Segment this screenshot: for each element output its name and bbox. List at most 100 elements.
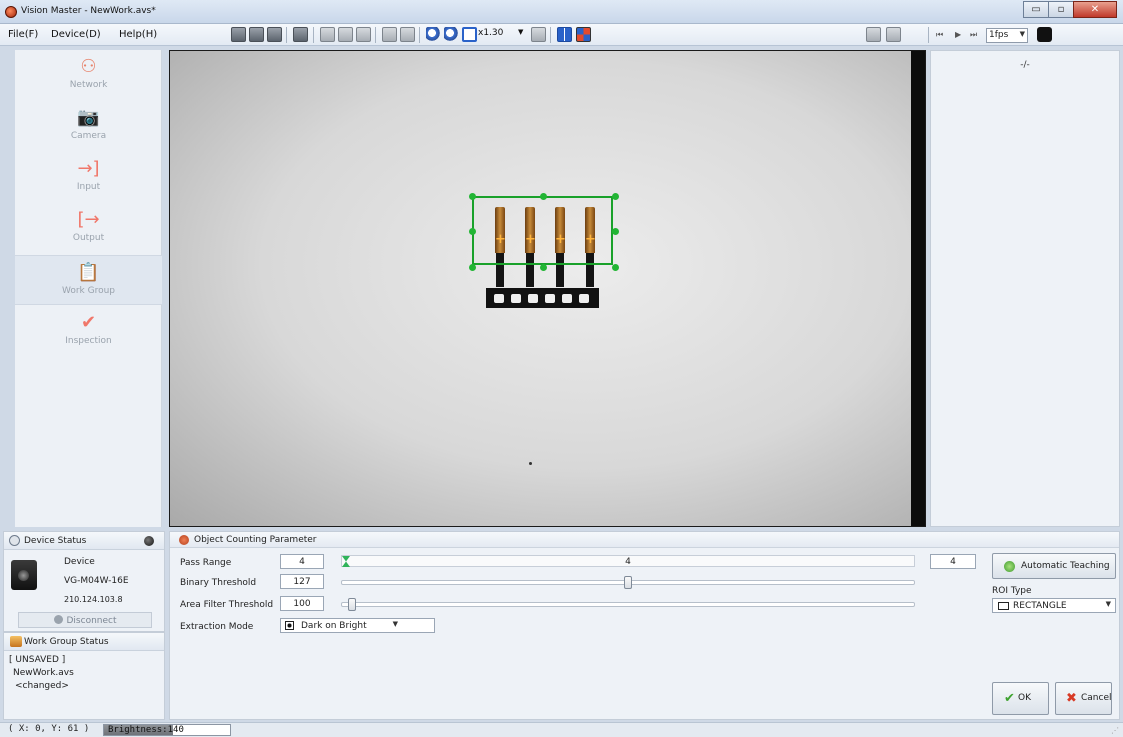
- menu-bar: File(F) Device(D) Help(H) x1.30 ▼ ⏮ ▶ ⏭ …: [0, 24, 1123, 46]
- roi-handle[interactable]: [468, 192, 476, 200]
- roi-handle[interactable]: [611, 228, 619, 235]
- roi-handle[interactable]: [468, 263, 476, 271]
- sidebar-item-camera[interactable]: 📷 Camera: [15, 101, 162, 151]
- roi-type-value: RECTANGLE: [1013, 601, 1067, 611]
- inspection-icon: ✔: [80, 312, 97, 333]
- paste-icon[interactable]: [338, 27, 353, 42]
- device-status-panel: Device Status Device VG-M04W-16E 210.124…: [3, 531, 165, 632]
- sidebar-item-input[interactable]: →] Input: [15, 152, 162, 202]
- slider-thumb[interactable]: [623, 576, 632, 589]
- roi-type-select[interactable]: RECTANGLE ▼: [992, 598, 1116, 613]
- binary-threshold-input[interactable]: 127: [280, 574, 324, 589]
- menu-device[interactable]: Device(D): [51, 29, 101, 40]
- chevron-down-icon: ▼: [1019, 30, 1025, 38]
- folder-icon: [10, 636, 22, 647]
- upload-icon[interactable]: [382, 27, 397, 42]
- pass-range-max-input[interactable]: 4: [930, 554, 976, 569]
- minimize-button[interactable]: ▭: [1023, 1, 1049, 18]
- resize-grip-icon[interactable]: ⋰: [1111, 726, 1119, 735]
- sidebar-item-output[interactable]: [→ Output: [15, 203, 162, 253]
- window-controls: ▭ ▫ ✕: [1023, 1, 1117, 18]
- result-readout: -/-: [1020, 60, 1030, 70]
- zoom-out-icon[interactable]: [444, 27, 459, 42]
- roi-handle[interactable]: [611, 263, 619, 271]
- close-icon: ✖: [1066, 691, 1077, 706]
- parameter-title: Object Counting Parameter: [194, 535, 317, 545]
- image-viewer[interactable]: + + + +: [169, 50, 926, 527]
- camera-icon: 📷: [77, 107, 100, 128]
- sidebar-item-network[interactable]: ⚇ Network: [15, 50, 162, 100]
- parameter-panel: Object Counting Parameter Pass Range 4 4…: [169, 531, 1120, 720]
- slider-thumb[interactable]: [347, 598, 356, 611]
- device-status-title: Device Status: [24, 536, 87, 546]
- record-icon[interactable]: [886, 27, 901, 42]
- close-button[interactable]: ✕: [1073, 1, 1117, 18]
- sidebar-item-label: Camera: [70, 131, 107, 141]
- split-view-icon[interactable]: [557, 27, 572, 42]
- area-filter-label: Area Filter Threshold: [180, 600, 274, 610]
- roi-handle[interactable]: [540, 263, 547, 271]
- fit-window-icon[interactable]: [462, 27, 477, 42]
- zoom-select[interactable]: x1.30 ▼: [478, 28, 528, 42]
- sidebar-item-inspection[interactable]: ✔ Inspection: [15, 306, 162, 356]
- zoom-value: x1.30: [478, 28, 504, 38]
- area-filter-input[interactable]: 100: [280, 596, 324, 611]
- open-file-icon[interactable]: [231, 27, 246, 42]
- pass-range-min-input[interactable]: 4: [280, 554, 324, 569]
- cancel-label: Cancel: [1081, 693, 1112, 703]
- quad-view-icon[interactable]: [576, 27, 591, 42]
- sidebar-item-label: Inspection: [65, 336, 112, 346]
- title-bar: Vision Master - NewWork.avs* ▭ ▫ ✕: [0, 0, 1123, 24]
- brightness-meter: Brightness:140: [103, 724, 231, 736]
- automatic-teaching-label: Automatic Teaching: [1021, 561, 1110, 571]
- device-ip: 210.124.103.8: [64, 595, 123, 604]
- actual-size-icon[interactable]: [531, 27, 546, 42]
- zoom-in-icon[interactable]: [426, 27, 441, 42]
- maximize-button[interactable]: ▫: [1048, 1, 1074, 18]
- disconnect-icon: [53, 615, 63, 624]
- device-model: VG-M04W-16E: [64, 576, 129, 586]
- save-as-icon[interactable]: [267, 27, 282, 42]
- cursor-coordinates: ( X: 0, Y: 61 ): [8, 724, 90, 734]
- ok-label: OK: [1018, 693, 1031, 703]
- last-frame-icon[interactable]: ⏭: [970, 30, 977, 40]
- area-filter-slider[interactable]: [341, 598, 915, 611]
- load-image-icon[interactable]: [293, 27, 308, 42]
- parameter-icon: [179, 535, 189, 545]
- delete-icon[interactable]: [356, 27, 371, 42]
- disconnect-label: Disconnect: [66, 616, 117, 626]
- copy-icon[interactable]: [320, 27, 335, 42]
- dust-speck: [529, 462, 532, 465]
- sidebar-item-label: Input: [76, 182, 101, 192]
- panel-header: Object Counting Parameter: [170, 532, 1119, 548]
- output-icon: [→: [77, 209, 100, 230]
- roi-rectangle[interactable]: [472, 196, 613, 265]
- pass-range-label: Pass Range: [180, 558, 232, 568]
- extraction-mode-select[interactable]: Dark on Bright ▼: [280, 618, 435, 633]
- change-state: <changed>: [15, 681, 69, 691]
- work-group-status-panel: Work Group Status [ UNSAVED ] NewWork.av…: [3, 632, 165, 720]
- save-state: [ UNSAVED ]: [9, 655, 66, 665]
- automatic-teaching-button[interactable]: Automatic Teaching: [992, 553, 1116, 579]
- roi-handle[interactable]: [611, 192, 619, 200]
- sidebar-item-work-group[interactable]: 📋 Work Group: [15, 255, 162, 305]
- cancel-button[interactable]: ✖ Cancel: [1055, 682, 1112, 715]
- first-frame-icon[interactable]: ⏮: [936, 30, 943, 40]
- extraction-mode-label: Extraction Mode: [180, 622, 254, 632]
- fps-select[interactable]: 1fps ▼: [986, 28, 1028, 43]
- roi-handle[interactable]: [540, 192, 547, 200]
- play-icon[interactable]: ▶: [955, 30, 961, 39]
- disconnect-button[interactable]: Disconnect: [18, 612, 152, 628]
- pass-range-slider[interactable]: 4: [341, 555, 915, 567]
- roi-handle[interactable]: [468, 228, 476, 235]
- snapshot-icon[interactable]: [1037, 27, 1052, 42]
- rectangle-icon: [998, 602, 1009, 610]
- ok-button[interactable]: ✔ OK: [992, 682, 1049, 715]
- capture-icon[interactable]: [866, 27, 881, 42]
- menu-help[interactable]: Help(H): [119, 29, 157, 40]
- download-icon[interactable]: [400, 27, 415, 42]
- save-file-icon[interactable]: [249, 27, 264, 42]
- results-panel: -/-: [930, 50, 1120, 527]
- menu-file[interactable]: File(F): [8, 29, 38, 40]
- binary-threshold-slider[interactable]: [341, 576, 915, 589]
